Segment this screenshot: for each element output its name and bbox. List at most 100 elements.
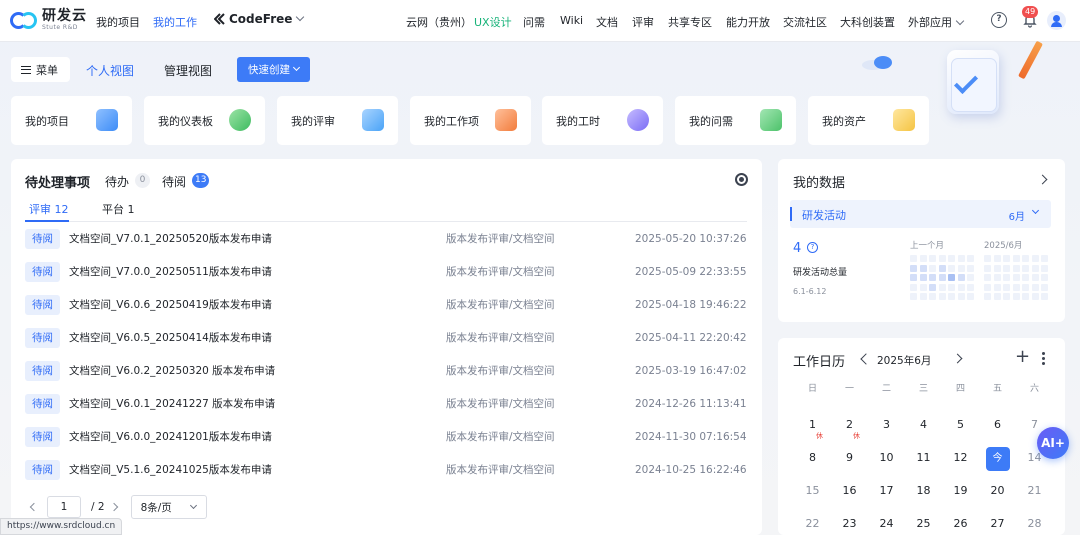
nav-share-zone[interactable]: 共享专区 (668, 14, 712, 30)
tab-manage-view[interactable]: 管理视图 (164, 62, 212, 79)
calendar-day[interactable]: 8 (794, 447, 831, 480)
calendar-day[interactable]: 27 (979, 513, 1016, 535)
card-my-dashboard[interactable]: 我的仪表板 (144, 96, 265, 145)
calendar-day[interactable]: 4 (905, 414, 942, 447)
heatmap-cell (910, 274, 917, 281)
calendar-day[interactable]: 25 (905, 513, 942, 535)
help-icon[interactable]: ? (991, 12, 1007, 28)
calendar-day[interactable]: 2休 (831, 414, 868, 447)
table-row[interactable]: 待阅 文档空间_V6.0.1_20241227 版本发布申请 版本发布评审/文档… (25, 387, 747, 420)
page-number-input[interactable]: 1 (47, 496, 81, 518)
prev-page-icon[interactable] (29, 502, 39, 512)
calendar-day[interactable]: 15 (794, 480, 831, 513)
card-my-projects[interactable]: 我的项目 (11, 96, 132, 145)
table-row[interactable]: 待阅 文档空间_V7.0.0_20250511版本发布申请 版本发布评审/文档空… (25, 255, 747, 288)
avatar[interactable] (1047, 11, 1066, 30)
row-title[interactable]: 文档空间_V7.0.1_20250520版本发布申请 (69, 231, 272, 246)
status-tag: 待阅 (25, 393, 60, 414)
calendar-day[interactable]: 24 (868, 513, 905, 535)
next-month-icon[interactable] (952, 353, 963, 364)
row-category: 版本发布评审/文档空间 (446, 431, 555, 443)
heatmap-cell (957, 274, 965, 281)
prev-month-icon[interactable] (860, 353, 872, 365)
next-page-icon[interactable] (109, 502, 118, 512)
calendar-day[interactable]: 1休 (794, 414, 831, 447)
nav-codefree[interactable]: CodeFree (214, 12, 305, 26)
calendar-day[interactable]: 3 (868, 414, 905, 447)
activity-total-label: 研发活动总量 (793, 268, 848, 278)
nav-my-work[interactable]: 我的工作 (153, 14, 197, 30)
calendar-day[interactable]: 26 (942, 513, 979, 535)
card-my-review[interactable]: 我的评审 (277, 96, 398, 145)
row-title[interactable]: 文档空间_V6.0.1_20241227 版本发布申请 (69, 396, 275, 411)
calendar-day[interactable]: 17 (868, 480, 905, 513)
calendar-day[interactable]: 28 (1016, 513, 1053, 535)
nav-ux-design[interactable]: UX设计 (474, 14, 512, 30)
calendar-day[interactable]: 10 (868, 447, 905, 480)
heatmap-cell (1003, 293, 1010, 300)
nav-wiki[interactable]: Wiki (560, 14, 583, 27)
subtab-review[interactable]: 评审 12 (29, 201, 69, 217)
nav-external-apps[interactable]: 外部应用 (908, 14, 965, 30)
activity-selector[interactable]: 研发活动 6月 (790, 200, 1051, 228)
subtab-platform[interactable]: 平台 1 (102, 201, 135, 217)
row-time: 2025-04-11 22:20:42 (635, 331, 747, 344)
quick-create-button[interactable]: 快速创建 (237, 57, 310, 82)
row-title[interactable]: 文档空间_V6.0.6_20250419版本发布申请 (69, 297, 272, 312)
tab-personal-view[interactable]: 个人视图 (86, 62, 134, 79)
calendar-day[interactable]: 今 (979, 447, 1016, 480)
table-row[interactable]: 待阅 文档空间_V6.0.0_20241201版本发布申请 版本发布评审/文档空… (25, 420, 747, 453)
menu-button[interactable]: 菜单 (11, 57, 70, 82)
brand-logo[interactable]: 研发云 Stute R&D (10, 9, 87, 31)
calendar-day[interactable]: 9 (831, 447, 868, 480)
calendar-day[interactable]: 5 (942, 414, 979, 447)
row-title[interactable]: 文档空间_V6.0.0_20241201版本发布申请 (69, 429, 272, 444)
page-size-select[interactable]: 8条/页 (130, 495, 207, 519)
nav-needs[interactable]: 问需 (523, 14, 545, 30)
nav-science-device[interactable]: 大科创装置 (840, 14, 895, 30)
row-title[interactable]: 文档空间_V6.0.5_20250414版本发布申请 (69, 330, 272, 345)
table-row[interactable]: 待阅 文档空间_V5.1.6_20241025版本发布申请 版本发布评审/文档空… (25, 453, 747, 486)
ai-assistant-button[interactable]: AI+ (1037, 427, 1069, 459)
row-category: 版本发布评审/文档空间 (446, 233, 555, 245)
heatmap-cell (1022, 255, 1029, 262)
card-my-needs[interactable]: 我的问需 (675, 96, 796, 145)
card-my-workitems[interactable]: 我的工作项 (410, 96, 531, 145)
calendar-day[interactable]: 22 (794, 513, 831, 535)
nav-my-projects[interactable]: 我的项目 (96, 14, 140, 30)
nav-review[interactable]: 评审 (632, 14, 654, 30)
calendar-day[interactable]: 21 (1016, 480, 1053, 513)
card-my-assets[interactable]: 我的资产 (808, 96, 929, 145)
row-title[interactable]: 文档空间_V6.0.2_20250320 版本发布申请 (69, 363, 275, 378)
calendar-day[interactable]: 19 (942, 480, 979, 513)
calendar-day[interactable]: 12 (942, 447, 979, 480)
table-row[interactable]: 待阅 文档空间_V6.0.6_20250419版本发布申请 版本发布评审/文档空… (25, 288, 747, 321)
nav-cloudnet[interactable]: 云网（贵州） (406, 14, 472, 30)
calendar-day[interactable]: 23 (831, 513, 868, 535)
row-time: 2024-11-30 07:16:54 (635, 430, 747, 443)
calendar-day[interactable]: 11 (905, 447, 942, 480)
nav-community[interactable]: 交流社区 (783, 14, 827, 30)
calendar-day[interactable]: 6 (979, 414, 1016, 447)
chevron-right-icon[interactable] (1037, 174, 1048, 185)
nav-docs[interactable]: 文档 (596, 14, 618, 30)
help-icon[interactable]: ? (807, 242, 818, 253)
settings-icon[interactable] (735, 173, 748, 186)
heatmap-cell (919, 283, 927, 291)
card-my-hours[interactable]: 我的工时 (542, 96, 663, 145)
more-icon[interactable] (1042, 352, 1045, 367)
calendar-day[interactable]: 18 (905, 480, 942, 513)
row-title[interactable]: 文档空间_V7.0.0_20250511版本发布申请 (69, 264, 272, 279)
table-row[interactable]: 待阅 文档空间_V7.0.1_20250520版本发布申请 版本发布评审/文档空… (25, 222, 747, 255)
table-row[interactable]: 待阅 文档空间_V6.0.2_20250320 版本发布申请 版本发布评审/文档… (25, 354, 747, 387)
row-title[interactable]: 文档空间_V5.1.6_20241025版本发布申请 (69, 462, 272, 477)
nav-open-capability[interactable]: 能力开放 (726, 14, 770, 30)
tab-todo[interactable]: 待办 (105, 173, 129, 190)
tab-to-read[interactable]: 待阅 (162, 173, 186, 190)
calendar-day[interactable]: 20 (979, 480, 1016, 513)
calendar-day[interactable]: 16 (831, 480, 868, 513)
table-row[interactable]: 待阅 文档空间_V6.0.5_20250414版本发布申请 版本发布评审/文档空… (25, 321, 747, 354)
add-icon[interactable]: + (1015, 348, 1030, 366)
month-select[interactable]: 6月 (1009, 208, 1025, 223)
pencil-illustration-icon (1018, 40, 1043, 80)
